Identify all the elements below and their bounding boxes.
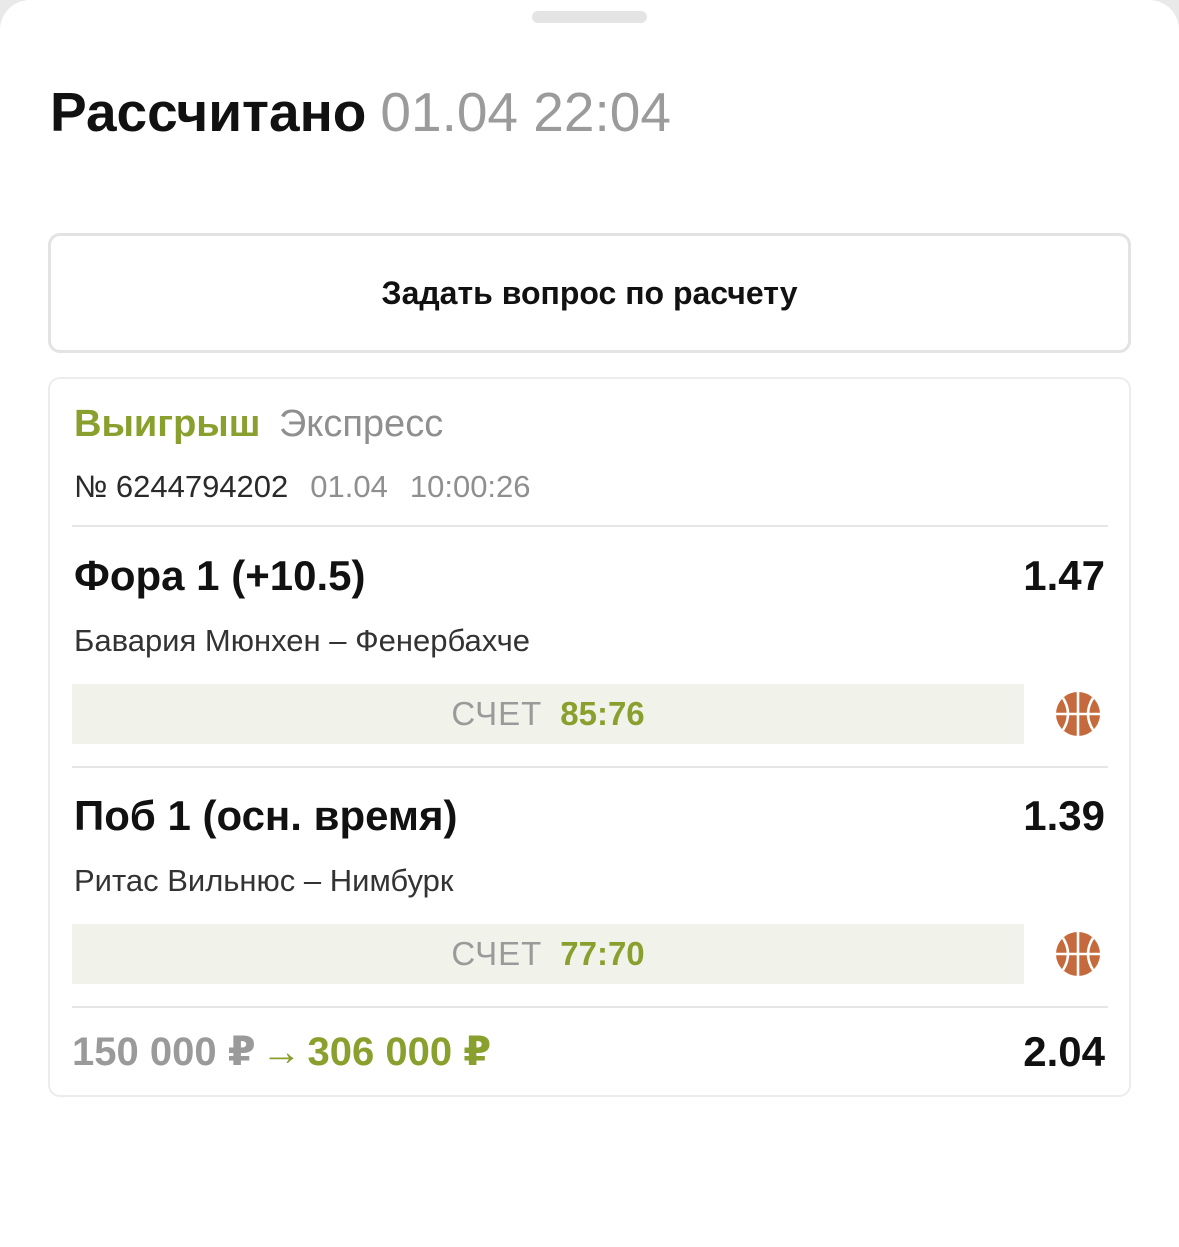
stake-amount: 150 000 ₽ bbox=[72, 1030, 256, 1074]
divider bbox=[72, 1006, 1108, 1008]
score-value: 85:76 bbox=[560, 695, 645, 732]
selection-market: Поб 1 (осн. время) bbox=[74, 792, 458, 839]
selection-odds: 1.39 bbox=[1023, 792, 1105, 839]
divider bbox=[72, 766, 1108, 768]
bet-result: Выигрыш bbox=[74, 403, 261, 445]
score-value: 77:70 bbox=[560, 935, 645, 972]
score-label: СЧЕТ bbox=[451, 695, 543, 732]
bet-details-sheet: Рассчитано 01.04 22:04 Задать вопрос по р… bbox=[0, 0, 1179, 1247]
arrow-right-icon: → bbox=[261, 1030, 302, 1074]
page-title: Рассчитано 01.04 22:04 bbox=[50, 80, 671, 144]
basketball-icon bbox=[1056, 692, 1100, 736]
payout-amount: 306 000 ₽ bbox=[307, 1030, 492, 1074]
score-label: СЧЕТ bbox=[451, 935, 543, 972]
sheet-grabber[interactable] bbox=[532, 11, 647, 23]
total-odds: 2.04 bbox=[1023, 1028, 1105, 1075]
selection-event: Бавария Мюнхен – Фенербахче bbox=[74, 623, 530, 658]
selection-odds: 1.47 bbox=[1023, 552, 1105, 599]
bet-meta: № 6244794202 01.04 10:00:26 bbox=[74, 467, 531, 507]
bet-number: № 6244794202 bbox=[74, 469, 289, 504]
bet-date: 01.04 bbox=[310, 469, 388, 504]
bet-header: Выигрыш Экспресс bbox=[74, 401, 443, 447]
bet-time: 10:00:26 bbox=[409, 469, 531, 504]
settlement-datetime: 01.04 22:04 bbox=[380, 81, 671, 143]
bet-amounts: 150 000 ₽ → 306 000 ₽ bbox=[72, 1027, 491, 1077]
bet-type: Экспресс bbox=[278, 403, 444, 445]
selection-event: Ритас Вильнюс – Нимбурк bbox=[74, 863, 454, 898]
bet-card: Выигрыш Экспресс № 6244794202 01.04 10:00:… bbox=[48, 377, 1131, 1097]
selection-market: Фора 1 (+10.5) bbox=[74, 552, 366, 599]
basketball-icon bbox=[1056, 932, 1100, 976]
divider bbox=[72, 525, 1108, 527]
score-bar: СЧЕТ 85:76 bbox=[72, 684, 1024, 744]
score-bar: СЧЕТ 77:70 bbox=[72, 924, 1024, 984]
settlement-status: Рассчитано bbox=[50, 81, 367, 143]
ask-question-button[interactable]: Задать вопрос по расчету bbox=[48, 233, 1131, 353]
